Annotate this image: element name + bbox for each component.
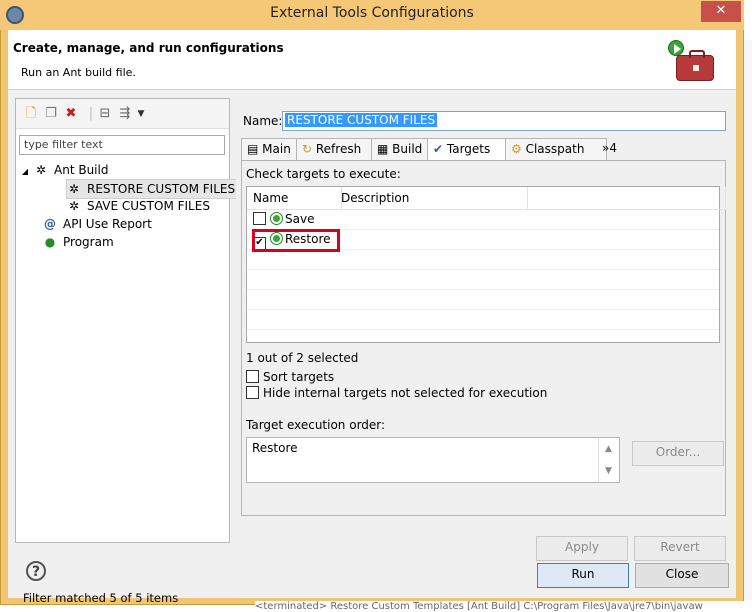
hide-internal-label: Hide internal targets not selected for e… — [263, 386, 548, 400]
apply-button[interactable]: Apply — [536, 536, 628, 561]
column-header-blank — [521, 187, 726, 210]
order-button[interactable]: Order... — [632, 441, 724, 466]
run-button[interactable]: Run — [537, 563, 629, 588]
tree-item-label: Ant Build — [54, 163, 109, 177]
configuration-list-panel: 🗋 ❐ ✖ | ⊟ ⇶ ▼ type filter text ◢ ✲ Ant Bui… — [15, 98, 241, 605]
ant-icon: ✲ — [68, 199, 80, 213]
configuration-editor-panel: Name: RESTORE CUSTOM FILES ▤ Main ↻ Refr… — [236, 98, 731, 561]
sort-targets-option[interactable]: Sort targets — [246, 370, 334, 384]
api-report-icon: @ — [44, 217, 56, 231]
close-button[interactable]: Close — [635, 563, 729, 588]
execution-order-label: Target execution order: — [246, 418, 386, 432]
classpath-icon: ⚙ — [511, 142, 526, 156]
tab-label: Main — [262, 142, 291, 156]
tree-item-label: Program — [63, 235, 114, 249]
tree-item-label: SAVE CUSTOM FILES — [87, 199, 210, 213]
header-title: Create, manage, and run configurations — [13, 41, 284, 55]
run-badge-icon — [668, 40, 684, 56]
tab-bar: ▤ Main ↻ Refresh ▦ Build ✔ Targets ⚙ Cla… — [241, 138, 726, 161]
window-close-button[interactable]: ✕ — [701, 1, 741, 22]
dialog-client: Create, manage, and run configurations R… — [8, 30, 736, 605]
toolbar-separator: | — [88, 106, 94, 121]
scroll-up-icon[interactable]: ▲ — [599, 438, 618, 460]
target-name: Save — [285, 212, 315, 226]
tree-item-label: RESTORE CUSTOM FILES — [87, 182, 236, 196]
execution-order-list[interactable]: Restore — [246, 437, 620, 483]
hide-internal-checkbox[interactable] — [246, 386, 259, 399]
execution-order-scrollbar[interactable]: ▲ ▼ — [598, 438, 618, 482]
save-checkbox[interactable] — [253, 212, 266, 225]
title-bar[interactable]: External Tools Configurations ✕ — [0, 0, 744, 30]
check-targets-label: Check targets to execute: — [246, 167, 401, 181]
tab-label: Build — [392, 142, 423, 156]
refresh-icon: ↻ — [302, 142, 316, 156]
left-toolbar: 🗋 ❐ ✖ | ⊟ ⇶ ▼ — [16, 99, 229, 129]
ant-icon: ✲ — [68, 182, 80, 196]
program-icon: ● — [44, 235, 56, 249]
table-row-save[interactable]: Save — [247, 210, 719, 230]
revert-button[interactable]: Revert — [634, 536, 726, 561]
header-subtitle: Run an Ant build file. — [21, 66, 136, 79]
table-row-empty — [247, 270, 719, 290]
new-configuration-icon[interactable]: 🗋 — [24, 107, 38, 121]
targets-icon: ✔ — [433, 142, 447, 156]
name-input[interactable]: RESTORE CUSTOM FILES — [282, 111, 726, 131]
row-cell: Save — [253, 212, 314, 227]
scroll-down-icon[interactable]: ▼ — [599, 460, 618, 482]
duplicate-icon[interactable]: ❐ — [44, 107, 58, 121]
column-header-name[interactable]: Name — [247, 187, 342, 210]
background-window-strip — [744, 40, 752, 600]
tab-label: Refresh — [315, 142, 362, 156]
expand-triangle-icon[interactable]: ◢ — [20, 163, 30, 181]
table-row-empty — [247, 310, 719, 330]
sort-targets-label: Sort targets — [263, 370, 335, 384]
window-title: External Tools Configurations — [270, 5, 474, 21]
tree-item-label: API Use Report — [63, 217, 152, 231]
tab-label: Classpath — [525, 142, 585, 156]
ant-icon: ✲ — [35, 163, 47, 177]
tree-item-program[interactable]: ● Program — [43, 233, 114, 251]
filter-input[interactable]: type filter text — [19, 135, 225, 155]
view-menu-chevron-icon[interactable]: ▼ — [134, 107, 148, 121]
tab-targets[interactable]: ✔ Targets — [427, 138, 511, 161]
restore-highlight-annotation — [252, 229, 340, 252]
selected-count: 1 out of 2 selected — [246, 351, 359, 365]
hide-internal-option[interactable]: Hide internal targets not selected for e… — [246, 386, 547, 400]
help-icon[interactable]: ? — [26, 561, 46, 581]
background-console-text: <terminated> Restore Custom Templates [A… — [255, 601, 752, 612]
tab-overflow[interactable]: »4 — [597, 138, 637, 160]
delete-icon[interactable]: ✖ — [64, 107, 78, 121]
tree-item-save-custom-files[interactable]: ✲ SAVE CUSTOM FILES — [67, 197, 210, 215]
filter-icon[interactable]: ⇶ — [118, 107, 132, 121]
name-label: Name: — [243, 114, 283, 128]
tab-label: Targets — [446, 142, 491, 156]
tab-refresh[interactable]: ↻ Refresh — [296, 138, 383, 161]
tree-item-api-use-report[interactable]: @ API Use Report — [43, 215, 152, 233]
name-value: RESTORE CUSTOM FILES — [285, 113, 438, 127]
targets-table: Name Description Save ✔ Restore — [246, 186, 726, 343]
build-icon: ▦ — [377, 142, 393, 156]
table-row-empty — [247, 290, 719, 310]
dialog-header: Create, manage, and run configurations R… — [8, 30, 736, 90]
target-icon — [270, 212, 283, 225]
filter-status: Filter matched 5 of 5 items — [23, 591, 179, 605]
tree-item-ant-build[interactable]: ◢ ✲ Ant Build — [20, 161, 109, 181]
main-tab-icon: ▤ — [247, 142, 263, 156]
toolbox-icon — [676, 50, 714, 81]
tree-item-restore-custom-files[interactable]: ✲ RESTORE CUSTOM FILES — [66, 179, 241, 199]
column-header-description[interactable]: Description — [335, 187, 528, 210]
collapse-all-icon[interactable]: ⊟ — [98, 107, 112, 121]
sort-targets-checkbox[interactable] — [246, 370, 259, 383]
tab-classpath[interactable]: ⚙ Classpath — [505, 138, 607, 161]
targets-tab-panel: Check targets to execute: Name Descripti… — [241, 160, 726, 516]
table-row-empty — [247, 250, 719, 270]
